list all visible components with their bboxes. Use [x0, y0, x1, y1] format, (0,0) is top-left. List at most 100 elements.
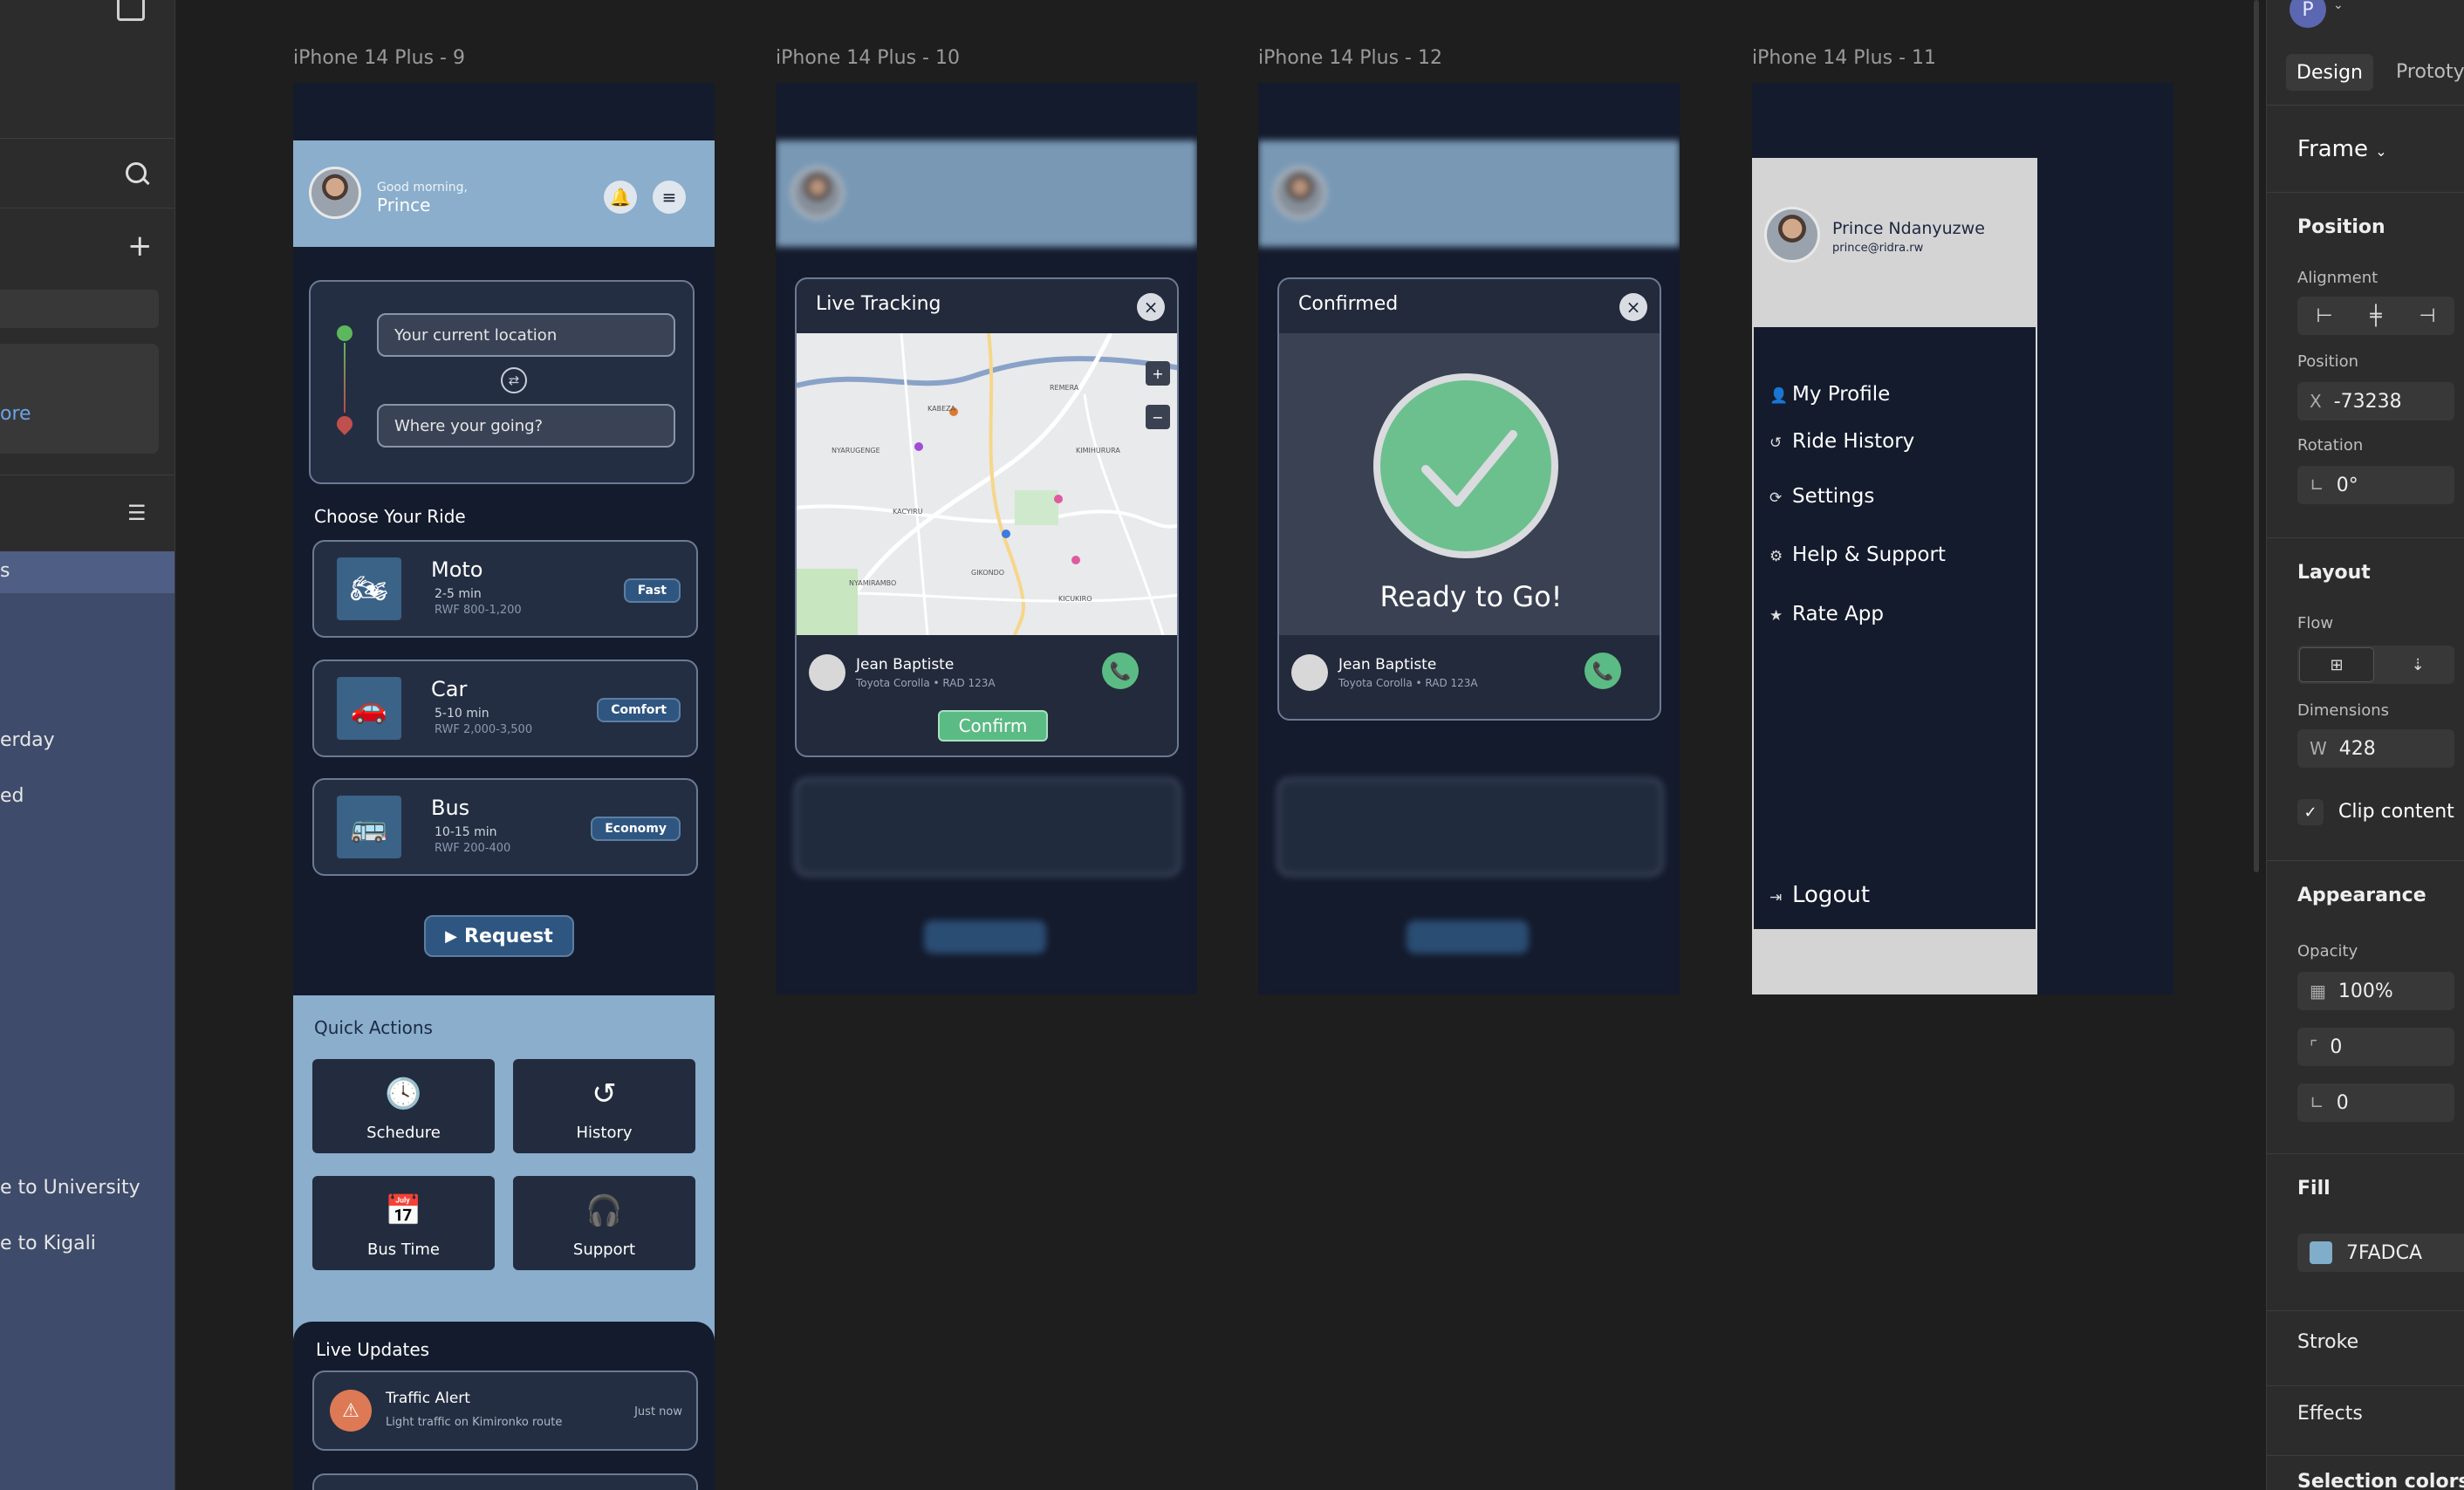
swap-icon[interactable]: ⇄ — [501, 367, 527, 393]
chevron-down-icon: ⌄ — [2375, 143, 2387, 160]
page-item[interactable] — [0, 290, 159, 328]
ride-name: Car — [431, 677, 468, 701]
zoom-in-icon[interactable]: + — [1146, 361, 1170, 386]
profile-name: Prince Ndanyuzwe — [1832, 219, 1985, 238]
fill-swatch[interactable] — [2310, 1241, 2332, 1264]
menu-label: Rate App — [1792, 603, 1884, 625]
frame-label[interactable]: iPhone 14 Plus - 9 — [293, 47, 465, 69]
align-right-icon[interactable]: ⊣ — [2419, 305, 2435, 327]
flow-vertical-icon[interactable]: ⇣ — [2385, 647, 2451, 682]
corner-radius-input[interactable]: ⌜ 0 — [2297, 1028, 2454, 1066]
menu-item-help[interactable]: ⚙ Help & Support — [1769, 543, 1946, 566]
corner-value: 0 — [2336, 1091, 2349, 1114]
tab-prototype[interactable]: Prototy — [2396, 61, 2464, 83]
align-center-icon[interactable]: ╪ — [2370, 305, 2381, 327]
page-item-label[interactable]: ore — [0, 403, 31, 425]
alignment-controls[interactable]: ⊢ ╪ ⊣ — [2297, 297, 2454, 335]
position-section-title: Position — [2297, 216, 2385, 238]
star-icon: ★ — [1769, 607, 1783, 625]
menu-item-history[interactable]: ↺ Ride History — [1769, 430, 1914, 453]
call-icon[interactable]: 📞 — [1584, 653, 1621, 689]
menu-item-profile[interactable]: 👤 My Profile — [1769, 383, 1890, 406]
frame-type-dropdown[interactable]: Frame ⌄ — [2297, 136, 2387, 162]
x-value: -73238 — [2333, 390, 2402, 413]
width-input[interactable]: W 428 — [2297, 729, 2454, 768]
map-view[interactable]: KABEZA REMERA KICUKIRO NYARUGENGE GIKOND… — [797, 333, 1177, 635]
call-icon[interactable]: 📞 — [1102, 653, 1139, 689]
ride-time: 5-10 min — [435, 707, 489, 721]
avatar[interactable] — [309, 167, 361, 219]
avatar[interactable] — [1764, 207, 1820, 263]
zoom-out-icon[interactable]: − — [1146, 405, 1170, 429]
history-button[interactable]: ↺ History — [513, 1059, 695, 1153]
layer-item[interactable]: e to Kigali — [0, 1233, 96, 1254]
frame-label[interactable]: iPhone 14 Plus - 11 — [1752, 47, 1936, 69]
confirm-button[interactable]: Confirm — [938, 710, 1048, 742]
corner-smoothing-input[interactable]: ∟ 0 — [2297, 1083, 2454, 1122]
driver-vehicle: Toyota Corolla • RAD 123A — [856, 677, 996, 689]
schedule-button[interactable]: 🕓 Schedure — [312, 1059, 495, 1153]
traffic-alert-card[interactable]: ⚠ Traffic Alert Light traffic on Kimiron… — [312, 1370, 698, 1451]
layer-item[interactable]: e to University — [0, 1177, 140, 1199]
close-icon[interactable]: × — [1619, 293, 1647, 321]
tab-design[interactable]: Design — [2286, 54, 2373, 91]
layer-item[interactable]: ed — [0, 785, 24, 807]
frame-label[interactable]: iPhone 14 Plus - 10 — [776, 47, 960, 69]
fill-input[interactable]: 7FADCA — [2297, 1234, 2464, 1272]
layer-item[interactable]: erday — [0, 729, 55, 751]
ride-price: RWF 2,000-3,500 — [435, 723, 533, 736]
modal-title: Live Tracking — [816, 293, 941, 315]
bus-time-button[interactable]: 📅 Bus Time — [312, 1176, 495, 1270]
support-button[interactable]: 🎧 Support — [513, 1176, 695, 1270]
frame-label[interactable]: iPhone 14 Plus - 12 — [1258, 47, 1442, 69]
canvas-scrollbar[interactable] — [2254, 0, 2259, 872]
sidebar-toggle-icon[interactable] — [117, 0, 145, 21]
menu-label: My Profile — [1792, 383, 1891, 406]
request-button[interactable]: ▶ Request — [424, 915, 574, 957]
properties-panel: P ⌄ Design Prototy Frame ⌄ Position Alig… — [2266, 0, 2464, 1490]
flow-freeform-icon[interactable]: ⊞ — [2299, 647, 2374, 682]
confirmed-modal: Confirmed × Ready to Go! Jean Baptiste T… — [1277, 277, 1661, 721]
quick-action-label: History — [576, 1124, 633, 1142]
layers-filter-icon[interactable]: ☰ — [127, 501, 147, 525]
notification-bell-icon[interactable]: 🔔 — [604, 181, 637, 214]
confirmed-frame[interactable]: Confirmed × Ready to Go! Jean Baptiste T… — [1258, 83, 1680, 994]
ride-option-bus[interactable]: 🚌 Bus 10-15 min RWF 200-400 Economy — [312, 778, 698, 876]
destination-pin-icon — [333, 413, 356, 435]
choose-ride-title: Choose Your Ride — [314, 506, 466, 527]
opacity-label: Opacity — [2297, 942, 2358, 960]
opacity-value: 100% — [2337, 980, 2393, 1002]
clip-content-checkbox[interactable]: ✓ — [2297, 799, 2324, 825]
tracking-frame[interactable]: Live Tracking × KABEZA REMERA KICUKIRO N… — [776, 83, 1197, 994]
opacity-input[interactable]: ▦ 100% — [2297, 972, 2454, 1010]
add-page-icon[interactable]: + — [127, 231, 153, 261]
rotation-input[interactable]: ∟ 0° — [2297, 466, 2454, 504]
stroke-section-title[interactable]: Stroke — [2297, 1331, 2358, 1353]
logout-button[interactable]: ⇥ Logout — [1769, 882, 1870, 908]
layout-section-title: Layout — [2297, 562, 2371, 584]
layer-item-selected[interactable]: s — [0, 551, 175, 593]
x-position-input[interactable]: X -73238 — [2297, 382, 2454, 420]
map-label: KABEZA — [927, 405, 956, 413]
close-icon[interactable]: × — [1137, 293, 1165, 321]
bus-icon: 🚌 — [337, 796, 401, 858]
menu-icon[interactable]: ≡ — [653, 181, 686, 214]
avatar[interactable]: P — [2289, 0, 2326, 28]
current-location-input[interactable]: Your current location — [377, 313, 675, 357]
ride-option-car[interactable]: 🚗 Car 5-10 min RWF 2,000-3,500 Comfort — [312, 660, 698, 757]
menu-frame[interactable]: Prince Ndanyuzwe prince@ridra.rw 👤 My Pro… — [1752, 83, 2173, 994]
ride-tag: Comfort — [597, 698, 681, 722]
next-update-card[interactable] — [312, 1473, 698, 1490]
ride-name: Bus — [431, 796, 470, 820]
menu-item-rate[interactable]: ★ Rate App — [1769, 603, 1884, 625]
page-item-selected[interactable] — [0, 344, 159, 454]
home-frame[interactable]: Good morning, Prince 🔔 ≡ Your current lo… — [293, 83, 715, 1490]
ride-option-moto[interactable]: 🏍 Moto 2-5 min RWF 800-1,200 Fast — [312, 540, 698, 638]
flow-controls[interactable]: ⊞ ⇣ — [2297, 646, 2454, 684]
chevron-down-icon[interactable]: ⌄ — [2333, 0, 2344, 12]
align-left-icon[interactable]: ⊢ — [2316, 305, 2332, 327]
menu-item-settings[interactable]: ⟳ Settings — [1769, 485, 1874, 508]
quick-action-label: Support — [572, 1241, 636, 1259]
effects-section-title[interactable]: Effects — [2297, 1403, 2363, 1425]
destination-input[interactable]: Where your going? — [377, 404, 675, 448]
